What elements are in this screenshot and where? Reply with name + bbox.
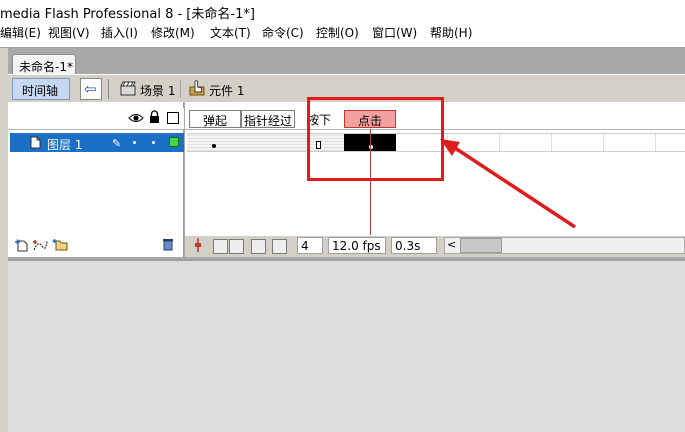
outline-toggle-icon[interactable] [167,112,179,124]
document-tab[interactable]: 未命名-1* [12,54,76,75]
menu-edit[interactable]: 编辑(E) [0,24,41,41]
toolbar-divider [108,79,109,99]
lock-dot[interactable] [152,141,155,144]
scene-clapboard-icon [120,81,136,96]
layer-outline-color[interactable] [169,137,179,147]
frame-label-over[interactable]: 指针经过 [241,110,295,128]
menu-help[interactable]: 帮助(H) [430,24,472,41]
layer-page-icon [30,136,41,149]
center-frame-icon[interactable] [194,238,202,252]
stage-area[interactable] [8,259,685,432]
menu-insert[interactable]: 插入(I) [101,24,138,41]
layer-name[interactable]: 图层 1 [47,136,82,153]
onion-skin-icon[interactable] [213,239,228,254]
edit-multiple-frames-icon[interactable] [251,239,266,254]
annotation-highlight-box [307,97,444,181]
onion-skin-outlines-icon[interactable] [229,239,244,254]
frame-cell-empty[interactable] [604,134,656,151]
frame-label-up[interactable]: 弹起 [189,110,241,128]
menu-control[interactable]: 控制(O) [316,24,359,41]
motion-guide-icon[interactable] [32,238,48,252]
menu-text[interactable]: 文本(T) [210,24,251,41]
back-arrow-button[interactable]: ⇦ [80,78,102,100]
visibility-dot[interactable] [133,141,136,144]
window-title: media Flash Professional 8 - [未命名-1*] [0,7,255,22]
show-hide-eye-icon[interactable] [128,111,144,125]
scene-breadcrumb[interactable]: 场景 1 [140,82,175,99]
modify-onion-markers-icon[interactable] [272,239,287,254]
window-title-bar: media Flash Professional 8 - [未命名-1*] [0,0,685,22]
menu-window[interactable]: 窗口(W) [372,24,417,41]
keyframe-up-dot[interactable] [212,144,216,148]
back-arrow-icon: ⇦ [84,80,97,98]
annotation-arrow-icon [440,139,576,229]
current-frame: 4 [297,237,323,254]
button-symbol-icon [189,80,205,96]
menu-modify[interactable]: 修改(M) [151,24,195,41]
insert-folder-icon[interactable] [52,238,68,251]
menu-bar: 编辑(E) 视图(V) 插入(I) 修改(M) 文本(T) 命令(C) 控制(O… [0,22,685,42]
document-tab-label: 未命名-1* [19,60,73,74]
timeline-toggle-button[interactable]: 时间轴 [12,78,70,100]
timeline-button-label: 时间轴 [22,84,59,98]
scroll-thumb[interactable] [460,238,502,253]
menu-view[interactable]: 视图(V) [48,24,90,41]
trash-icon[interactable] [162,238,174,251]
breadcrumb-divider [180,80,181,98]
lock-icon[interactable] [149,110,160,124]
menu-commands[interactable]: 命令(C) [262,24,304,41]
frame-rate[interactable]: 12.0 fps [328,237,386,254]
insert-layer-icon[interactable] [14,238,28,252]
symbol-breadcrumb[interactable]: 元件 1 [209,82,244,99]
pencil-icon: ✎ [112,137,122,150]
